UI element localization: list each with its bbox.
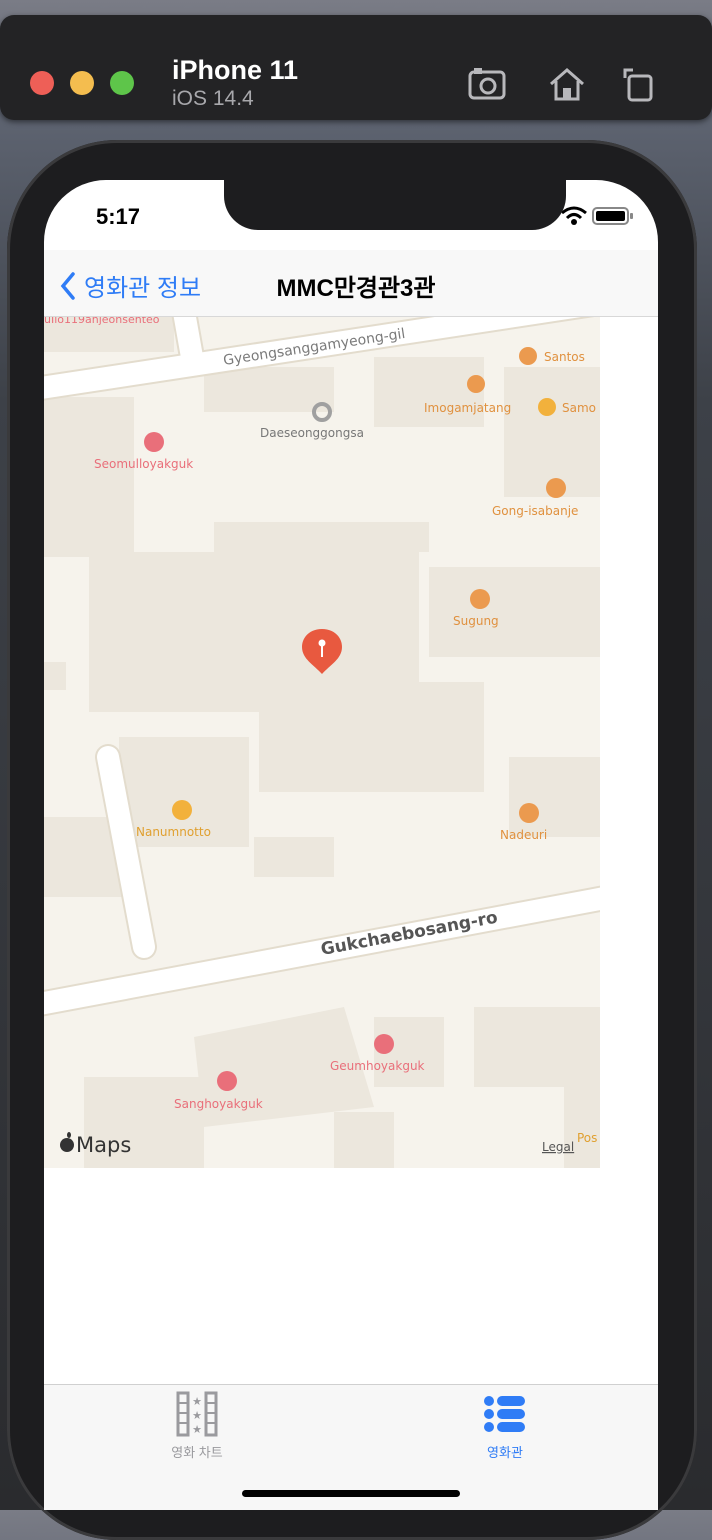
- poi-label: Pos: [577, 1131, 597, 1145]
- home-indicator: [242, 1490, 460, 1497]
- battery-icon: [592, 207, 633, 225]
- map-canvas[interactable]: Gyeongsanggamyeong-gil Gukchaebosang-ro …: [44, 317, 600, 1168]
- grocery-icon[interactable]: [538, 398, 556, 416]
- svg-text:★: ★: [192, 1410, 202, 1422]
- home-icon[interactable]: [545, 62, 589, 106]
- navigation-bar: 영화관 정보 MMC만경관3관: [44, 250, 658, 317]
- restaurant-icon[interactable]: [546, 478, 566, 498]
- poi-label: Gong-isabanje: [492, 504, 578, 518]
- tab-theater[interactable]: 영화관: [435, 1391, 575, 1461]
- screenshot-icon[interactable]: [466, 62, 510, 106]
- tab-label: 영화관: [487, 1445, 523, 1460]
- wifi-icon: [561, 206, 587, 225]
- legal-link[interactable]: Legal: [542, 1140, 574, 1154]
- status-time: 5:17: [96, 204, 141, 229]
- apple-logo-icon: [60, 1132, 74, 1152]
- maps-attribution: Maps: [76, 1133, 131, 1157]
- poi-label: Santos: [544, 350, 585, 364]
- tab-movie-chart[interactable]: ★ ★ ★ 영화 차트: [127, 1391, 267, 1461]
- poi-label: Geumhoyakguk: [330, 1059, 425, 1073]
- poi-label: Imogamjatang: [424, 401, 511, 415]
- pharmacy-icon[interactable]: [374, 1034, 394, 1054]
- notch: [224, 180, 566, 230]
- pharmacy-icon[interactable]: [217, 1071, 237, 1091]
- pharmacy-icon[interactable]: [144, 432, 164, 452]
- map-view[interactable]: Gyeongsanggamyeong-gil Gukchaebosang-ro …: [44, 317, 600, 1168]
- svg-text:★: ★: [192, 1396, 202, 1408]
- restaurant-icon[interactable]: [467, 375, 485, 393]
- iphone-screen: 5:17 영화관 정보 MMC만경관3관 Gyeongsanggamyeong-…: [44, 180, 658, 1510]
- svg-text:★: ★: [192, 1424, 202, 1436]
- simulator-titlebar: iPhone 11 iOS 14.4: [0, 15, 712, 120]
- page-title: MMC만경관3관: [276, 275, 436, 302]
- poi-label: Sanghoyakguk: [174, 1097, 263, 1111]
- poi-label: Nanumnotto: [136, 825, 211, 839]
- poi-label: uIlo119anjeonsenteo: [44, 317, 160, 326]
- tab-label: 영화 차트: [171, 1445, 223, 1460]
- film-strip-icon: ★ ★ ★: [176, 1391, 218, 1437]
- poi-label: Sugung: [453, 614, 499, 628]
- poi-label: Samo: [562, 401, 596, 415]
- rotate-icon[interactable]: [617, 62, 661, 106]
- minimize-window-button[interactable]: [70, 71, 94, 95]
- restaurant-icon[interactable]: [470, 589, 490, 609]
- poi-label: Seomulloyakguk: [94, 457, 193, 471]
- poi-label: Daeseonggongsa: [260, 426, 364, 440]
- zoom-window-button[interactable]: [110, 71, 134, 95]
- simulator-device-name: iPhone 11: [172, 55, 299, 85]
- cafe-icon[interactable]: [519, 347, 537, 365]
- poi-label: Nadeuri: [500, 828, 547, 842]
- close-window-button[interactable]: [30, 71, 54, 95]
- shop-icon[interactable]: [172, 800, 192, 820]
- list-icon: [484, 1396, 525, 1432]
- simulator-os-version: iOS 14.4: [172, 87, 254, 110]
- restaurant-icon[interactable]: [519, 803, 539, 823]
